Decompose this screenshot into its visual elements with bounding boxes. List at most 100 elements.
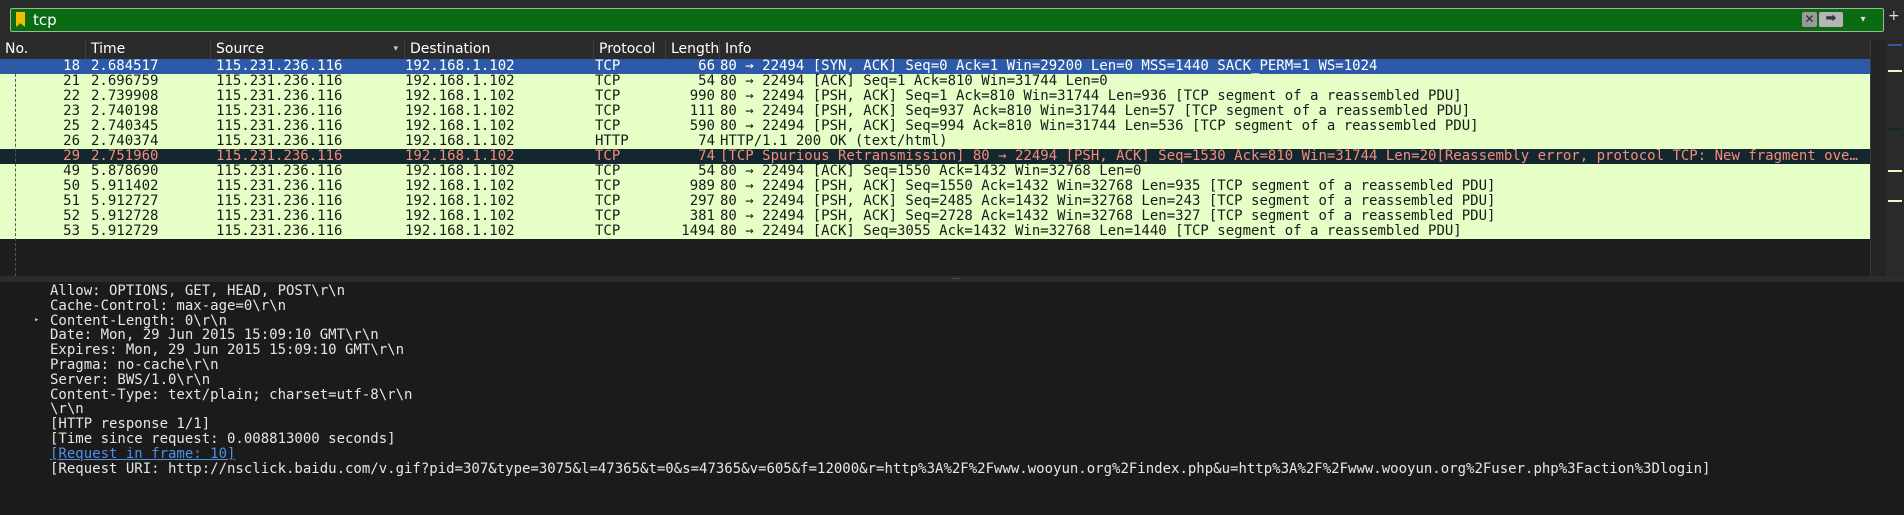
column-header-source[interactable]: Source ▾ (211, 40, 405, 59)
packet-row[interactable]: 22 2.739908 115.231.236.116 192.168.1.102 TC… (0, 89, 1870, 104)
detail-line: Content-Length: 0\r\n (50, 312, 228, 329)
clear-filter-button[interactable]: ✕ (1802, 12, 1817, 27)
packet-list-scrollbar[interactable] (1870, 40, 1887, 276)
packet-row[interactable]: 29 2.751960 115.231.236.116 192.168.1.102 TC… (0, 149, 1870, 164)
detail-line: Date: Mon, 29 Jun 2015 15:09:10 GMT\r\n (50, 327, 379, 344)
packet-list: No. Time Source ▾ Destination Protocol L… (0, 40, 1904, 276)
packet-row[interactable]: 50 5.911402 115.231.236.116 192.168.1.102 TC… (0, 179, 1870, 194)
packet-dst-cell: 192.168.1.102 (405, 104, 515, 119)
packet-proto-cell: TCP (595, 164, 621, 179)
packet-dst-cell: 192.168.1.102 (405, 179, 515, 194)
packet-row[interactable]: 26 2.740374 115.231.236.116 192.168.1.102 HT… (0, 134, 1870, 149)
packet-row[interactable]: 23 2.740198 115.231.236.116 192.168.1.102 TC… (0, 104, 1870, 119)
packet-row[interactable]: 25 2.740345 115.231.236.116 192.168.1.102 TC… (0, 119, 1870, 134)
packet-time-cell: 2.740198 (91, 104, 159, 119)
packet-dst-cell: 192.168.1.102 (405, 194, 515, 209)
packet-no-cell: 26 (63, 134, 80, 149)
packet-time-cell: 5.911402 (91, 179, 159, 194)
packet-src-cell: 115.231.236.116 (216, 224, 343, 239)
packet-len-cell: 297 (689, 194, 715, 209)
packet-src-cell: 115.231.236.116 (216, 74, 343, 89)
column-header-destination[interactable]: Destination (405, 40, 594, 59)
packet-minimap[interactable] (1886, 40, 1904, 276)
packet-src-cell: 115.231.236.116 (216, 119, 343, 134)
packet-len-cell: 989 (689, 179, 715, 194)
packet-dst-cell: 192.168.1.102 (405, 134, 515, 149)
packet-len-cell: 381 (689, 209, 715, 224)
packet-row[interactable]: 18 2.684517 115.231.236.116 192.168.1.102 TC… (0, 59, 1870, 74)
detail-line: Content-Type: text/plain; charset=utf-8\… (50, 386, 413, 403)
detail-line: Pragma: no-cache\r\n (50, 357, 219, 373)
minimap-mark (1888, 200, 1902, 202)
column-header-info[interactable]: Info (720, 40, 1870, 59)
display-filter-input[interactable]: tcp ✕ ➡ ▾ (10, 8, 1884, 32)
column-header-source-label: Source (216, 41, 265, 57)
packet-time-cell: 2.696759 (91, 74, 159, 89)
minimap-mark (1888, 70, 1902, 72)
packet-time-cell: 5.912728 (91, 209, 159, 224)
packet-info-cell: HTTP/1.1 200 OK (text/html) (720, 134, 948, 149)
packet-len-cell: 1494 (681, 224, 715, 239)
packet-src-cell: 115.231.236.116 (216, 134, 343, 149)
packet-time-cell: 2.739908 (91, 89, 159, 104)
column-header-no[interactable]: No. (0, 40, 86, 59)
packet-proto-cell: HTTP (595, 134, 629, 149)
packet-src-cell: 115.231.236.116 (216, 149, 343, 164)
packet-info-cell: 80 → 22494 [ACK] Seq=3055 Ack=1432 Win=3… (720, 224, 1462, 239)
packet-time-cell: 2.740345 (91, 119, 159, 134)
packet-time-cell: 5.878690 (91, 164, 159, 179)
detail-line: \r\n (50, 401, 84, 418)
packet-src-cell: 115.231.236.116 (216, 194, 343, 209)
packet-time-cell: 2.684517 (91, 59, 159, 74)
detail-line: [Request URI: http://nsclick.baidu.com/v… (50, 460, 1711, 477)
packet-dst-cell: 192.168.1.102 (405, 164, 515, 179)
packet-no-cell: 50 (63, 179, 80, 194)
packet-proto-cell: TCP (595, 209, 621, 224)
packet-dst-cell: 192.168.1.102 (405, 74, 515, 89)
packet-info-cell: 80 → 22494 [PSH, ACK] Seq=1550 Ack=1432 … (720, 179, 1496, 194)
packet-len-cell: 74 (698, 134, 715, 149)
packet-row[interactable]: 49 5.878690 115.231.236.116 192.168.1.102 TC… (0, 164, 1870, 179)
packet-no-cell: 25 (63, 119, 80, 134)
splitter-grip-icon: ⋯ (952, 274, 960, 283)
packet-dst-cell: 192.168.1.102 (405, 119, 515, 134)
packet-len-cell: 590 (689, 119, 715, 134)
packet-no-cell: 51 (63, 194, 80, 209)
packet-info-cell: [TCP Spurious Retransmission] 80 → 22494… (720, 149, 1860, 164)
packet-row[interactable]: 53 5.912729 115.231.236.116 192.168.1.102 TC… (0, 224, 1870, 239)
packet-no-cell: 29 (63, 149, 80, 164)
packet-proto-cell: TCP (595, 119, 621, 134)
column-header-protocol[interactable]: Protocol (594, 40, 666, 59)
minimap-mark (1888, 128, 1902, 130)
packet-info-cell: 80 → 22494 [PSH, ACK] Seq=937 Ack=810 Wi… (720, 104, 1471, 119)
packet-time-cell: 5.912727 (91, 194, 159, 209)
apply-filter-button[interactable]: ➡ (1819, 12, 1843, 27)
packet-row[interactable]: 21 2.696759 115.231.236.116 192.168.1.102 TC… (0, 74, 1870, 89)
packet-no-cell: 49 (63, 164, 80, 179)
expand-arrow-icon[interactable]: ▸ (34, 315, 39, 325)
packet-len-cell: 74 (698, 149, 715, 164)
packet-src-cell: 115.231.236.116 (216, 209, 343, 224)
column-header-length[interactable]: Length (666, 40, 720, 59)
filter-text[interactable]: tcp (33, 10, 57, 30)
column-header-time[interactable]: Time (86, 40, 211, 59)
packet-proto-cell: TCP (595, 59, 621, 74)
packet-info-cell: 80 → 22494 [PSH, ACK] Seq=1 Ack=810 Win=… (720, 89, 1462, 104)
packet-no-cell: 23 (63, 104, 80, 119)
packet-time-cell: 2.751960 (91, 149, 159, 164)
bookmark-icon[interactable] (16, 12, 25, 27)
filter-history-dropdown[interactable]: ▾ (1853, 11, 1873, 28)
packet-row[interactable]: 52 5.912728 115.231.236.116 192.168.1.102 TC… (0, 209, 1870, 224)
packet-row[interactable]: 51 5.912727 115.231.236.116 192.168.1.102 TC… (0, 194, 1870, 209)
packet-info-cell: 80 → 22494 [ACK] Seq=1550 Ack=1432 Win=3… (720, 164, 1142, 179)
packet-len-cell: 111 (689, 104, 715, 119)
add-filter-button[interactable]: + (1888, 8, 1900, 24)
packet-info-cell: 80 → 22494 [PSH, ACK] Seq=994 Ack=810 Wi… (720, 119, 1479, 134)
request-frame-link[interactable]: [Request in frame: 10] (50, 446, 235, 462)
display-filter-toolbar: tcp ✕ ➡ ▾ + (0, 0, 1904, 40)
packet-time-cell: 5.912729 (91, 224, 159, 239)
packet-dst-cell: 192.168.1.102 (405, 59, 515, 74)
detail-line: Allow: OPTIONS, GET, HEAD, POST\r\n (50, 283, 346, 299)
packet-time-cell: 2.740374 (91, 134, 159, 149)
packet-details-pane: Allow: OPTIONS, GET, HEAD, POST\r\n Cache… (0, 282, 1904, 515)
